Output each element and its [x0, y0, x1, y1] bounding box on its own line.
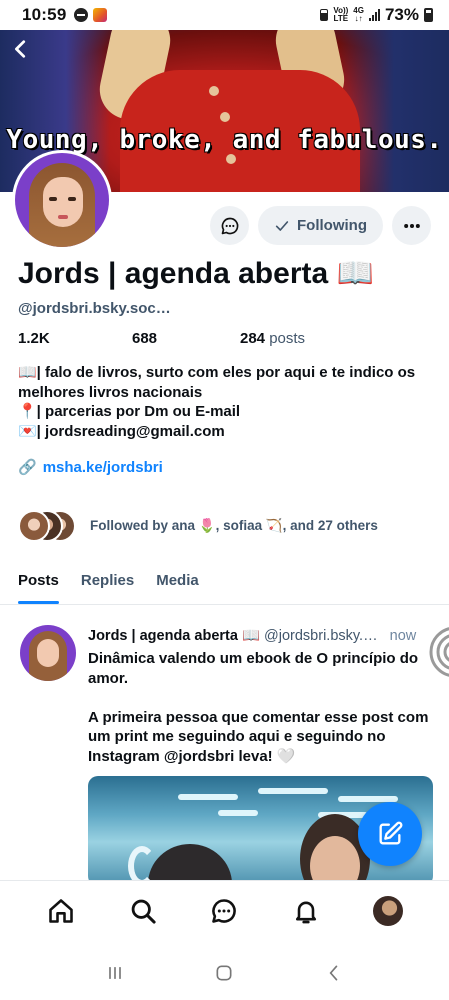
message-button[interactable]: [210, 206, 250, 245]
more-options-button[interactable]: [392, 206, 431, 245]
follower-avatars: [18, 510, 76, 542]
data-indicator: 4G ↓↑: [353, 6, 364, 23]
profile-bio: 📖| falo de livros, surto com eles por aq…: [18, 363, 433, 441]
ellipsis-icon: [403, 223, 420, 228]
profile-avatar[interactable]: [12, 150, 112, 250]
post-header: Jords | agenda aberta 📖 @jordsbri.bsky.……: [88, 627, 448, 644]
profile-tabs: Posts Replies Media: [0, 560, 449, 605]
post-author-avatar[interactable]: [20, 625, 76, 681]
battery-icon: [424, 8, 433, 22]
app-notification-icon: [93, 8, 108, 22]
bio-line: 📍| parcerias por Dm ou E-mail: [18, 403, 241, 420]
display-name: Jords | agenda aberta 📖: [18, 257, 374, 290]
nav-chat[interactable]: [204, 891, 244, 931]
post-paragraph: Dinâmica valendo um ebook de O princípio…: [88, 650, 419, 687]
volte-indicator: Vo)) LTE: [333, 6, 349, 23]
nav-search[interactable]: [123, 891, 163, 931]
system-navigation: [0, 945, 449, 1000]
bottom-navigation: [0, 880, 449, 940]
bio-line: 📖| falo de livros, surto com eles por aq…: [18, 364, 416, 381]
profile-link[interactable]: msha.ke/jordsbri: [43, 459, 163, 476]
followers-count[interactable]: 1.2K: [18, 330, 132, 347]
tab-replies[interactable]: Replies: [81, 560, 134, 604]
back-button[interactable]: [8, 38, 34, 64]
chevron-left-icon: [15, 40, 26, 58]
nav-profile[interactable]: [368, 891, 408, 931]
scroll-indicator-icon: [429, 627, 449, 677]
compose-post-button[interactable]: [358, 802, 422, 866]
profile-avatar-small: [373, 895, 404, 926]
profile-stats: 1.2K 688 284 posts: [18, 330, 305, 347]
followed-by-row[interactable]: Followed by ana 🌷, sofiaa 🏹, and 27 othe…: [18, 510, 378, 542]
posts-stat: 284 posts: [240, 330, 305, 347]
post-text: Dinâmica valendo um ebook de O princípio…: [88, 649, 433, 786]
post-timestamp: now: [389, 628, 417, 644]
bio-email-line[interactable]: 💌| jordsreading@gmail.com: [18, 422, 433, 442]
recent-apps-icon[interactable]: [105, 963, 125, 983]
check-icon: [275, 220, 289, 231]
bio-line: melhores livros nacionais: [18, 383, 203, 401]
profile-link-row: 🔗 msha.ke/jordsbri: [18, 458, 163, 477]
nav-home[interactable]: [41, 891, 81, 931]
home-icon: [49, 898, 73, 923]
status-time: 10:59: [22, 5, 67, 24]
posts-count: 284: [240, 330, 266, 347]
signal-icon: [368, 9, 380, 21]
post-author-name[interactable]: Jords | agenda aberta 📖: [88, 628, 260, 644]
chat-icon: [221, 217, 238, 234]
follower-avatar: [18, 510, 50, 542]
following-button[interactable]: Following: [258, 206, 383, 245]
battery-percent: 73%: [384, 5, 419, 24]
profile-handle: @jordsbri.bsky.soc…: [18, 300, 171, 317]
compose-icon: [379, 821, 403, 845]
followed-by-text: Followed by ana 🌷, sofiaa 🏹, and 27 othe…: [90, 518, 378, 533]
post-author-handle[interactable]: @jordsbri.bsky.…: [264, 628, 378, 644]
bell-icon: [296, 901, 317, 923]
search-icon: [131, 899, 156, 924]
link-icon: 🔗: [18, 459, 37, 476]
following-count[interactable]: 688: [132, 330, 240, 347]
back-arrow-icon[interactable]: [324, 963, 344, 983]
do-not-disturb-icon: [74, 8, 89, 22]
tab-media[interactable]: Media: [156, 560, 199, 604]
chat-icon: [212, 898, 237, 923]
home-button-icon[interactable]: [214, 963, 234, 983]
status-bar: 10:59 Vo)) LTE 4G ↓↑ 73%: [0, 0, 449, 30]
profile-actions: Following: [210, 206, 431, 245]
battery-saver-icon: [320, 9, 329, 21]
post-paragraph: A primeira pessoa que comentar esse post…: [88, 708, 429, 765]
nav-notifications[interactable]: [286, 891, 326, 931]
tab-posts[interactable]: Posts: [18, 560, 59, 604]
following-button-label: Following: [297, 217, 367, 234]
posts-label: posts: [269, 330, 306, 347]
